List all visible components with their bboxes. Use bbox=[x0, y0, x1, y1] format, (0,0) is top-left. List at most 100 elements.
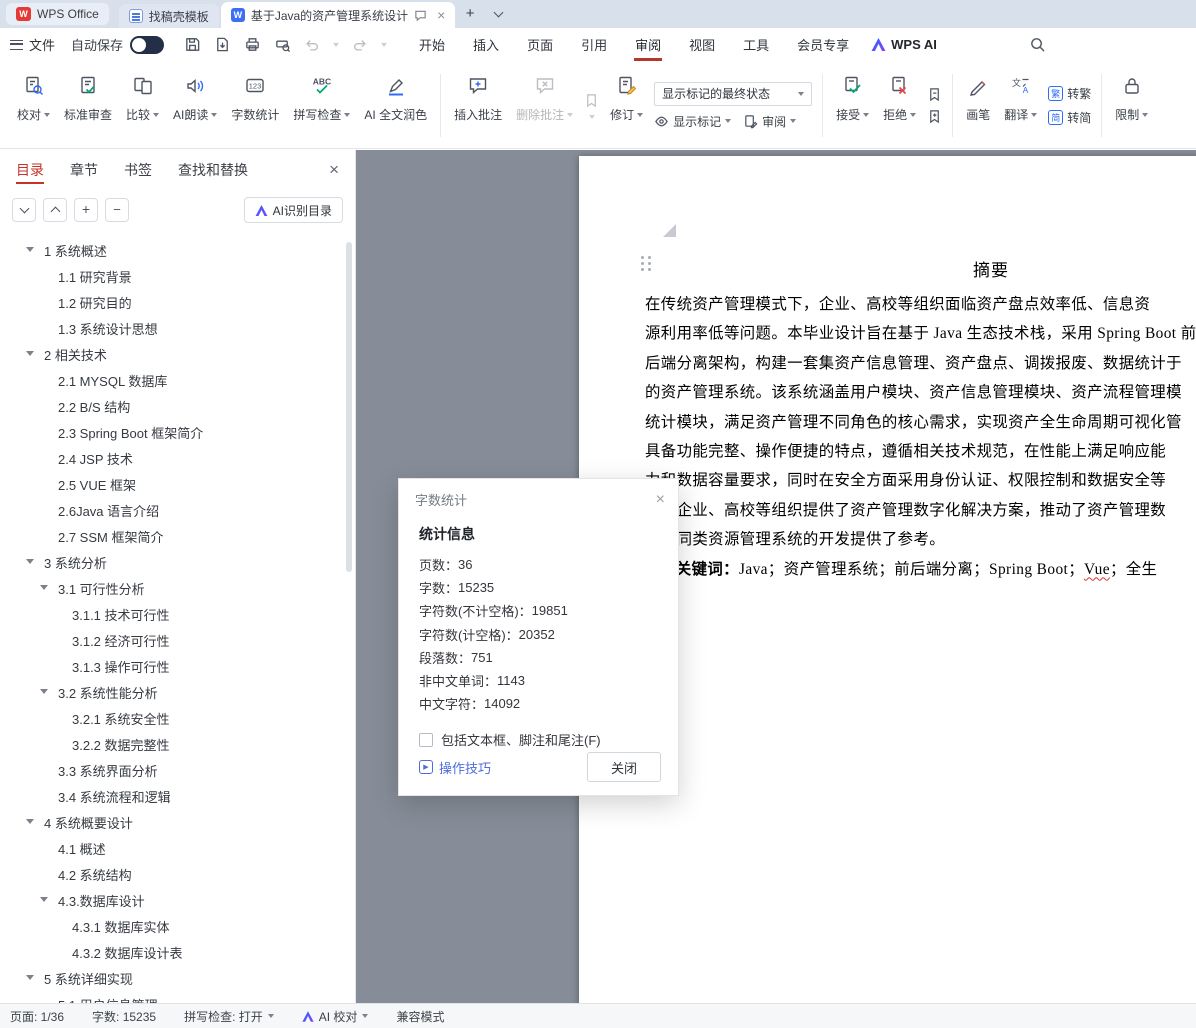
page-indicator[interactable]: 页面: 1/36 bbox=[10, 1008, 64, 1025]
sidebar-close-icon[interactable] bbox=[329, 160, 339, 180]
paragraph-drag-handle-icon[interactable] bbox=[641, 256, 651, 271]
ai-proofread-indicator[interactable]: AI 校对 bbox=[302, 1008, 369, 1025]
outline-item[interactable]: 1.2 研究目的 bbox=[0, 289, 355, 315]
expand-triangle-icon[interactable] bbox=[26, 351, 34, 356]
expand-all-button[interactable] bbox=[43, 198, 67, 222]
outline-item[interactable]: 4.3.1 数据库实体 bbox=[0, 913, 355, 939]
checkbox-icon[interactable] bbox=[419, 733, 433, 747]
previous-change-icon[interactable] bbox=[927, 87, 942, 102]
zoom-out-outline-button[interactable] bbox=[105, 198, 129, 222]
dialog-close-icon[interactable] bbox=[656, 491, 665, 509]
tab-close-icon[interactable] bbox=[433, 7, 449, 23]
outline-item[interactable]: 4.3.数据库设计 bbox=[0, 887, 355, 913]
outline-item[interactable]: 2.4 JSP 技术 bbox=[0, 445, 355, 471]
include-footnotes-option[interactable]: 包括文本框、脚注和尾注(F) bbox=[419, 730, 658, 749]
track-changes-button[interactable]: 修订 bbox=[603, 66, 650, 145]
outline-item[interactable]: 3.4 系统流程和逻辑 bbox=[0, 783, 355, 809]
sidebar-tab[interactable]: 书签 bbox=[124, 150, 152, 190]
spell-check-button[interactable]: ABC 拼写检查 bbox=[286, 66, 357, 145]
to-traditional-button[interactable]: 转繁 bbox=[1048, 85, 1091, 102]
show-markup-button[interactable]: 显示标记 bbox=[654, 113, 731, 130]
menu-item[interactable]: 引用 bbox=[567, 28, 621, 61]
expand-triangle-icon[interactable] bbox=[26, 975, 34, 980]
review-pane-button[interactable]: 审阅 bbox=[743, 113, 796, 130]
outline-item[interactable]: 1.1 研究背景 bbox=[0, 263, 355, 289]
outline-item[interactable]: 5.1 用户信息管理 bbox=[0, 991, 355, 1003]
outline-item[interactable]: 3.1.3 操作可行性 bbox=[0, 653, 355, 679]
outline-item[interactable]: 2.3 Spring Boot 框架简介 bbox=[0, 419, 355, 445]
expand-triangle-icon[interactable] bbox=[40, 689, 48, 694]
tab-wps-home[interactable]: WPS Office bbox=[6, 3, 109, 25]
reject-change-button[interactable]: 拒绝 bbox=[876, 66, 923, 145]
sidebar-tab[interactable]: 目录 bbox=[16, 150, 44, 190]
markup-state-select[interactable]: 显示标记的最终状态 bbox=[654, 82, 812, 106]
compare-button[interactable]: 比较 bbox=[119, 66, 166, 145]
outline-item[interactable]: 3 系统分析 bbox=[0, 549, 355, 575]
export-pdf-icon[interactable] bbox=[214, 36, 231, 53]
outline-item[interactable]: 5 系统详细实现 bbox=[0, 965, 355, 991]
menu-item[interactable]: 开始 bbox=[405, 28, 459, 61]
collapse-all-button[interactable] bbox=[12, 198, 36, 222]
menu-item[interactable]: 会员专享 bbox=[783, 28, 863, 61]
expand-triangle-icon[interactable] bbox=[26, 559, 34, 564]
undo-icon[interactable] bbox=[304, 37, 320, 53]
outline-item[interactable]: 2 相关技术 bbox=[0, 341, 355, 367]
restrict-editing-button[interactable]: 限制 bbox=[1108, 66, 1155, 145]
menu-item[interactable]: 审阅 bbox=[621, 28, 675, 61]
standard-review-button[interactable]: 标准审查 bbox=[57, 66, 119, 145]
dropdown-caret-icon[interactable] bbox=[589, 115, 595, 119]
outline-item[interactable]: 2.6Java 语言介绍 bbox=[0, 497, 355, 523]
sidebar-tab[interactable]: 章节 bbox=[70, 150, 98, 190]
new-tab-button[interactable] bbox=[459, 3, 481, 25]
ai-polish-button[interactable]: AI 全文润色 bbox=[357, 66, 434, 145]
menu-item[interactable]: 工具 bbox=[729, 28, 783, 61]
spell-check-indicator[interactable]: 拼写检查: 打开 bbox=[184, 1008, 274, 1025]
sidebar-tab[interactable]: 查找和替换 bbox=[178, 150, 248, 190]
outline-item[interactable]: 2.1 MYSQL 数据库 bbox=[0, 367, 355, 393]
compatibility-mode-indicator[interactable]: 兼容模式 bbox=[396, 1008, 444, 1025]
outline-item[interactable]: 3.2 系统性能分析 bbox=[0, 679, 355, 705]
outline-item[interactable]: 4 系统概要设计 bbox=[0, 809, 355, 835]
outline-item[interactable]: 3.2.2 数据完整性 bbox=[0, 731, 355, 757]
ai-read-aloud-button[interactable]: AI朗读 bbox=[166, 66, 224, 145]
outline-item[interactable]: 3.2.1 系统安全性 bbox=[0, 705, 355, 731]
outline-item[interactable]: 3.1.1 技术可行性 bbox=[0, 601, 355, 627]
outline-item[interactable]: 2.5 VUE 框架 bbox=[0, 471, 355, 497]
zoom-in-outline-button[interactable] bbox=[74, 198, 98, 222]
accept-change-button[interactable]: 接受 bbox=[829, 66, 876, 145]
outline-item[interactable]: 4.3.2 数据库设计表 bbox=[0, 939, 355, 965]
outline-item[interactable]: 2.2 B/S 结构 bbox=[0, 393, 355, 419]
to-simplified-button[interactable]: 转简 bbox=[1048, 109, 1091, 126]
menu-item[interactable]: 页面 bbox=[513, 28, 567, 61]
expand-triangle-icon[interactable] bbox=[40, 585, 48, 590]
translate-button[interactable]: 文A 翻译 bbox=[997, 66, 1044, 145]
redo-icon[interactable] bbox=[352, 37, 368, 53]
autosave-toggle[interactable] bbox=[130, 36, 164, 54]
delete-comment-button[interactable]: 删除批注 bbox=[509, 66, 580, 145]
wps-ai-button[interactable]: WPS AI bbox=[871, 37, 937, 52]
outline-item[interactable]: 3.1.2 经济可行性 bbox=[0, 627, 355, 653]
outline-item[interactable]: 4.2 系统结构 bbox=[0, 861, 355, 887]
tab-list-button[interactable] bbox=[487, 3, 509, 25]
word-count-indicator[interactable]: 字数: 15235 bbox=[92, 1008, 156, 1025]
outline-item[interactable]: 3.1 可行性分析 bbox=[0, 575, 355, 601]
draw-pen-button[interactable]: 画笔 bbox=[959, 66, 997, 145]
outline-item[interactable]: 3.3 系统界面分析 bbox=[0, 757, 355, 783]
undo-dropdown-caret-icon[interactable] bbox=[333, 43, 339, 47]
redo-dropdown-caret-icon[interactable] bbox=[381, 43, 387, 47]
tab-template-doc[interactable]: 找稿壳模板 bbox=[119, 4, 219, 28]
tab-current-doc[interactable]: 基于Java的资产管理系统设计 bbox=[221, 2, 455, 28]
insert-comment-button[interactable]: 插入批注 bbox=[447, 66, 509, 145]
print-preview-icon[interactable] bbox=[274, 36, 291, 53]
expand-triangle-icon[interactable] bbox=[40, 897, 48, 902]
expand-triangle-icon[interactable] bbox=[26, 247, 34, 252]
print-icon[interactable] bbox=[244, 36, 261, 53]
next-change-icon[interactable] bbox=[927, 109, 942, 124]
outline-item[interactable]: 1.3 系统设计思想 bbox=[0, 315, 355, 341]
outline-item[interactable]: 2.7 SSM 框架简介 bbox=[0, 523, 355, 549]
save-icon[interactable] bbox=[184, 36, 201, 53]
expand-triangle-icon[interactable] bbox=[26, 819, 34, 824]
file-menu-button[interactable]: 文件 bbox=[10, 35, 55, 54]
previous-comment-icon[interactable] bbox=[584, 93, 599, 108]
outline-item[interactable]: 4.1 概述 bbox=[0, 835, 355, 861]
